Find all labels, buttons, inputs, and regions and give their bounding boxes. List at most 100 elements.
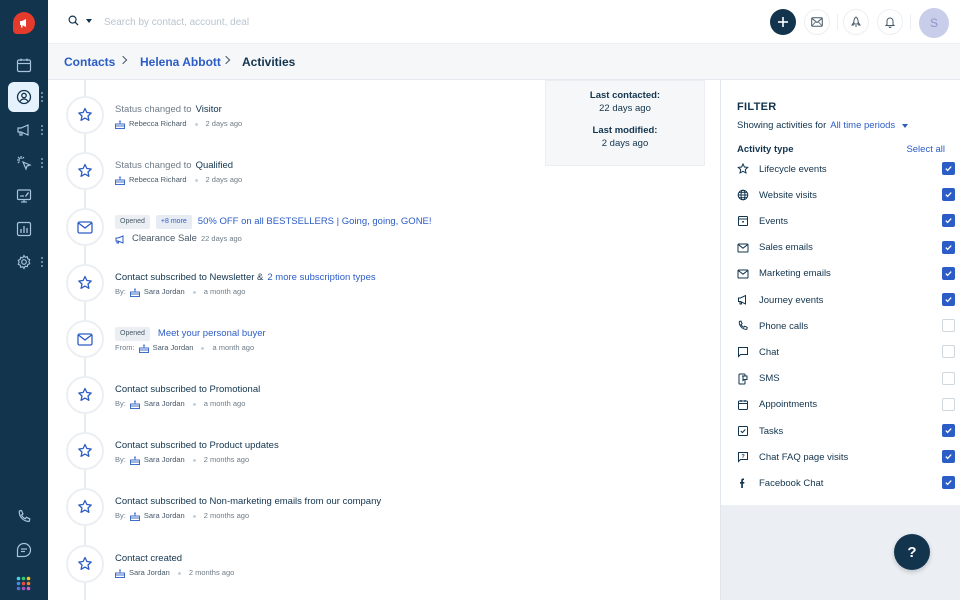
select-all-link[interactable]: Select all xyxy=(906,144,945,155)
entry-actor[interactable]: Sara Jordan xyxy=(144,397,185,411)
filter-checkbox[interactable] xyxy=(942,450,955,464)
entry-actor[interactable]: Sara Jordan xyxy=(144,285,185,299)
filter-item-label: Journey events xyxy=(759,294,824,306)
filter-item-marketing-emails[interactable]: Marketing emails xyxy=(737,265,955,283)
entry-actor[interactable]: Sara Jordan xyxy=(144,453,185,467)
entry-time: 2 months ago xyxy=(188,568,235,577)
sidebar-item-phone[interactable] xyxy=(8,502,39,532)
sidebar-item-contacts[interactable] xyxy=(8,82,39,112)
globe-icon xyxy=(737,189,749,201)
time-period-dropdown[interactable]: All time periods xyxy=(830,120,895,131)
entry-by-label: By: xyxy=(115,287,126,296)
filter-checkbox[interactable] xyxy=(942,371,955,385)
event-calendar-icon xyxy=(737,215,749,227)
more-subscriptions-link[interactable]: 2 more subscription types xyxy=(267,271,375,285)
separator-dot xyxy=(192,514,196,518)
sidebar-item-web[interactable] xyxy=(8,181,39,211)
entry-time: 2 months ago xyxy=(203,455,250,464)
filter-item-sms[interactable]: SMS xyxy=(737,370,955,388)
help-button[interactable]: ? xyxy=(894,534,930,570)
email-subject-link[interactable]: Meet your personal buyer xyxy=(158,327,266,341)
calendar-icon xyxy=(16,58,31,73)
phone-icon xyxy=(18,509,30,522)
filter-checkbox[interactable] xyxy=(942,424,955,437)
contacts-more-handle[interactable] xyxy=(41,92,44,102)
filter-item-phone-calls[interactable]: Phone calls xyxy=(737,317,955,335)
more-badge[interactable]: +8 more xyxy=(155,215,192,229)
filter-item-website-visits[interactable]: Website visits xyxy=(737,186,955,204)
user-avatar[interactable]: S xyxy=(919,8,949,38)
filter-checkbox[interactable] xyxy=(942,476,955,490)
automations-more-handle[interactable] xyxy=(41,158,44,168)
entry-by-label: By: xyxy=(115,455,126,464)
chevron-right-icon xyxy=(221,55,231,65)
filter-item-label: Chat FAQ page visits xyxy=(759,451,849,463)
filter-item-label: Appointments xyxy=(759,399,818,411)
entry-time: a month ago xyxy=(203,399,246,408)
sidebar-item-campaigns[interactable] xyxy=(8,115,39,145)
filter-item-appointments[interactable]: Appointments xyxy=(737,396,955,414)
filter-checkbox[interactable] xyxy=(942,397,955,411)
entry-title: Visitor xyxy=(195,104,222,115)
filter-item-journey-events[interactable]: Journey events xyxy=(737,291,955,309)
entry-actor[interactable]: Rebecca Richard xyxy=(129,173,187,187)
apps-grid-icon xyxy=(16,576,31,590)
entry-actor[interactable]: Sara Jordan xyxy=(153,341,194,355)
global-search-input[interactable] xyxy=(104,12,404,32)
entry-actor[interactable]: Rebecca Richard xyxy=(129,117,187,131)
sidebar-item-chat[interactable] xyxy=(8,535,39,565)
email-subject-link[interactable]: 50% OFF on all BESTSELLERS | Going, goin… xyxy=(198,215,432,229)
app-logo[interactable] xyxy=(13,12,35,34)
filter-item-tasks[interactable]: Tasks xyxy=(737,422,955,440)
filter-checkbox[interactable] xyxy=(942,240,955,254)
entry-actor[interactable]: Sara Jordan xyxy=(144,509,185,523)
filter-item-sales-emails[interactable]: Sales emails xyxy=(737,239,955,257)
chevron-down-icon[interactable] xyxy=(902,123,909,128)
filter-checkbox[interactable] xyxy=(942,293,955,306)
activity-type-label: Activity type xyxy=(737,144,794,155)
filter-item-label: Events xyxy=(759,215,789,227)
filter-checkbox[interactable] xyxy=(942,188,955,202)
quick-add-button[interactable] xyxy=(770,9,796,35)
separator-dot xyxy=(192,458,196,462)
campaign-name[interactable]: Clearance Sale xyxy=(132,232,197,246)
filter-item-chat[interactable]: Chat xyxy=(737,343,955,361)
entry-title: Contact subscribed to Promotional xyxy=(115,384,261,395)
user-agent-icon xyxy=(129,455,140,465)
sidebar-item-calendar[interactable] xyxy=(8,50,39,80)
chat-bubble-icon xyxy=(737,346,749,359)
entry-title: Contact subscribed to Newsletter & xyxy=(115,272,264,283)
filter-checkbox[interactable] xyxy=(942,162,955,175)
onboarding-button[interactable] xyxy=(843,9,869,35)
breadcrumb-contact-name[interactable]: Helena Abbott xyxy=(140,55,221,69)
entry-time: a month ago xyxy=(212,343,255,352)
left-sidebar xyxy=(0,0,48,600)
star-icon xyxy=(78,556,92,570)
filter-item-chat-faq-page-visits[interactable]: ? Chat FAQ page visits xyxy=(737,448,955,466)
breadcrumb-contacts[interactable]: Contacts xyxy=(64,55,115,69)
user-agent-icon xyxy=(129,399,140,409)
calendar-icon xyxy=(737,399,749,411)
search-icon[interactable] xyxy=(68,15,79,26)
separator-dot xyxy=(192,290,196,294)
search-scope-dropdown[interactable] xyxy=(86,19,92,23)
sidebar-item-apps[interactable] xyxy=(8,568,39,598)
lifecycle-event-badge xyxy=(66,376,104,414)
filter-checkbox[interactable] xyxy=(942,319,955,333)
filter-checkbox[interactable] xyxy=(942,214,955,228)
filter-item-events[interactable]: Events xyxy=(737,212,955,230)
entry-actor[interactable]: Sara Jordan xyxy=(129,566,170,580)
filter-item-lifecycle-events[interactable]: Lifecycle events xyxy=(737,160,955,178)
sidebar-item-automations[interactable] xyxy=(8,148,39,178)
entry-time: 22 days ago xyxy=(200,234,242,243)
filter-item-facebook-chat[interactable]: Facebook Chat xyxy=(737,474,955,492)
filter-checkbox[interactable] xyxy=(942,266,955,280)
sidebar-item-settings[interactable] xyxy=(8,247,39,277)
settings-more-handle[interactable] xyxy=(41,257,44,267)
filter-checkbox[interactable] xyxy=(942,345,955,359)
contact-icon xyxy=(16,89,31,105)
sidebar-item-analytics[interactable] xyxy=(8,214,39,244)
campaigns-more-handle[interactable] xyxy=(41,125,44,135)
mail-button[interactable] xyxy=(804,9,830,35)
notifications-button[interactable] xyxy=(877,9,903,35)
